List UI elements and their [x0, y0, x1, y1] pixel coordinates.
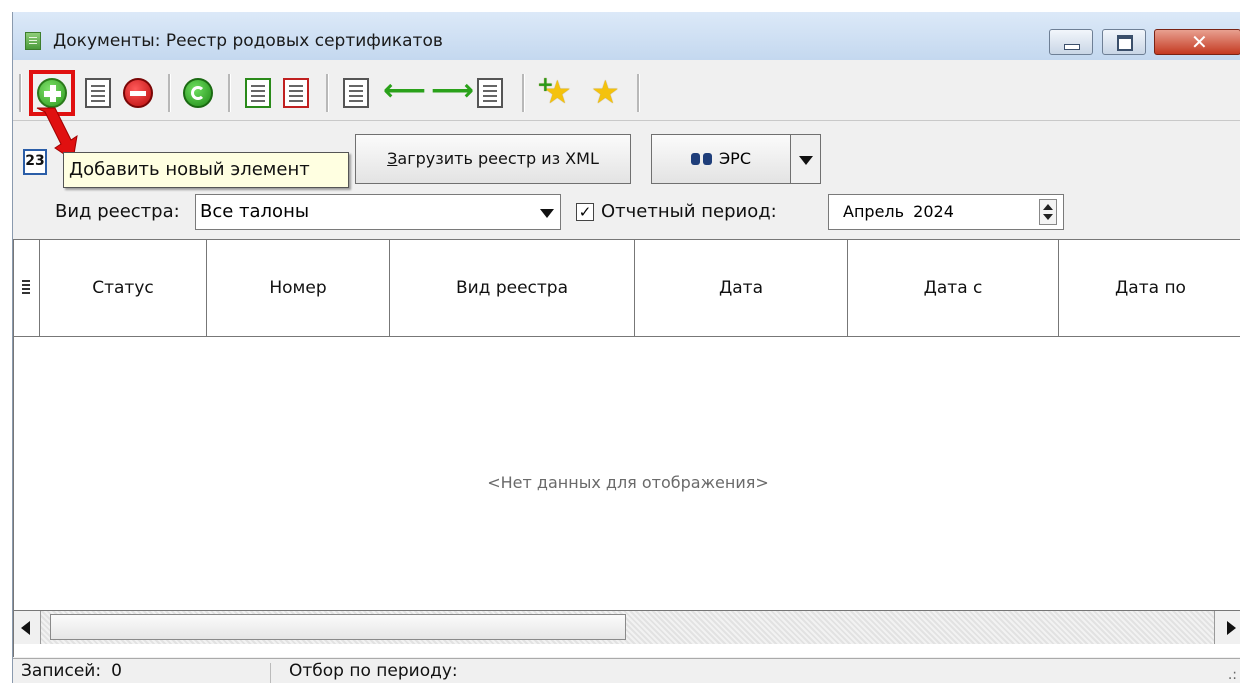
- tooltip: Добавить новый элемент: [63, 152, 349, 188]
- status-divider: [270, 663, 271, 683]
- main-toolbar: ⟵ ⟶ ★ ★: [13, 62, 1240, 121]
- close-button[interactable]: ✕: [1154, 29, 1240, 55]
- registry-type-label: Вид реестра:: [55, 201, 180, 222]
- star-icon[interactable]: ★: [591, 76, 620, 108]
- import-icon[interactable]: [477, 78, 503, 108]
- chevron-down-icon: [540, 209, 554, 218]
- ers-dropdown-button[interactable]: [791, 134, 821, 184]
- scroll-right-icon[interactable]: [1214, 611, 1240, 644]
- arrow-right-icon[interactable]: ⟶: [431, 76, 474, 106]
- column-chooser-icon[interactable]: [14, 240, 40, 336]
- load-xml-label: агрузить реестр из XML: [397, 149, 599, 168]
- column-header-date[interactable]: Дата: [635, 240, 848, 336]
- binoculars-icon: [691, 150, 713, 166]
- reject-icon[interactable]: [283, 78, 309, 108]
- approve-icon[interactable]: [245, 78, 271, 108]
- ers-button[interactable]: ЭРС: [651, 134, 791, 184]
- load-xml-button[interactable]: Загрузить реестр из XML: [355, 134, 631, 184]
- period-checkbox[interactable]: ✓: [576, 203, 594, 221]
- column-header-date-from[interactable]: Дата с: [848, 240, 1059, 336]
- title-bar: Документы: Реестр родовых сертификатов ✕: [13, 12, 1240, 60]
- column-header-number[interactable]: Номер: [207, 240, 390, 336]
- records-count: Записей: 0: [21, 661, 122, 681]
- period-value: Апрель 2024: [843, 202, 954, 221]
- status-bar: Записей: 0 Отбор по периоду: .:: [13, 658, 1240, 683]
- spin-arrows-icon[interactable]: [1039, 199, 1057, 225]
- records-label: Записей:: [21, 661, 102, 681]
- registry-type-value: Все талоны: [200, 201, 310, 222]
- scroll-thumb[interactable]: [50, 614, 626, 640]
- column-header-registry-type[interactable]: Вид реестра: [390, 240, 635, 336]
- refresh-icon[interactable]: [183, 78, 213, 108]
- grid-header: Статус Номер Вид реестра Дата Дата с Дат…: [14, 240, 1240, 337]
- column-header-status[interactable]: Статус: [40, 240, 207, 336]
- window: Документы: Реестр родовых сертификатов ✕…: [12, 12, 1240, 683]
- period-label: Отчетный период:: [601, 201, 777, 222]
- toolbar-separator: [228, 74, 231, 112]
- toolbar-separator: [637, 74, 640, 112]
- export-icon[interactable]: [343, 78, 369, 108]
- delete-icon[interactable]: [123, 78, 153, 108]
- records-value: 0: [111, 661, 122, 681]
- star-add-icon[interactable]: ★: [537, 68, 572, 108]
- period-spin-field[interactable]: Апрель 2024: [828, 194, 1064, 230]
- horizontal-scrollbar[interactable]: [14, 610, 1240, 644]
- ers-label: ЭРС: [719, 149, 751, 168]
- close-icon: ✕: [1191, 30, 1208, 54]
- column-header-date-to[interactable]: Дата по: [1059, 240, 1240, 336]
- empty-message: <Нет данных для отображения>: [487, 473, 769, 492]
- scroll-left-icon[interactable]: [14, 611, 41, 644]
- toolbar-separator: [168, 74, 171, 112]
- load-xml-hotkey: З: [387, 149, 398, 168]
- registry-type-select[interactable]: Все талоны: [195, 194, 561, 230]
- minimize-button[interactable]: [1049, 29, 1093, 55]
- data-grid: Статус Номер Вид реестра Дата Дата с Дат…: [13, 239, 1240, 657]
- resize-grip-icon[interactable]: .:: [1228, 667, 1237, 683]
- toolbar-separator: [522, 74, 525, 112]
- maximize-button[interactable]: [1102, 29, 1146, 55]
- arrow-left-icon[interactable]: ⟵: [383, 76, 426, 106]
- toolbar-separator: [326, 74, 329, 112]
- period-filter-status: Отбор по периоду:: [289, 661, 458, 681]
